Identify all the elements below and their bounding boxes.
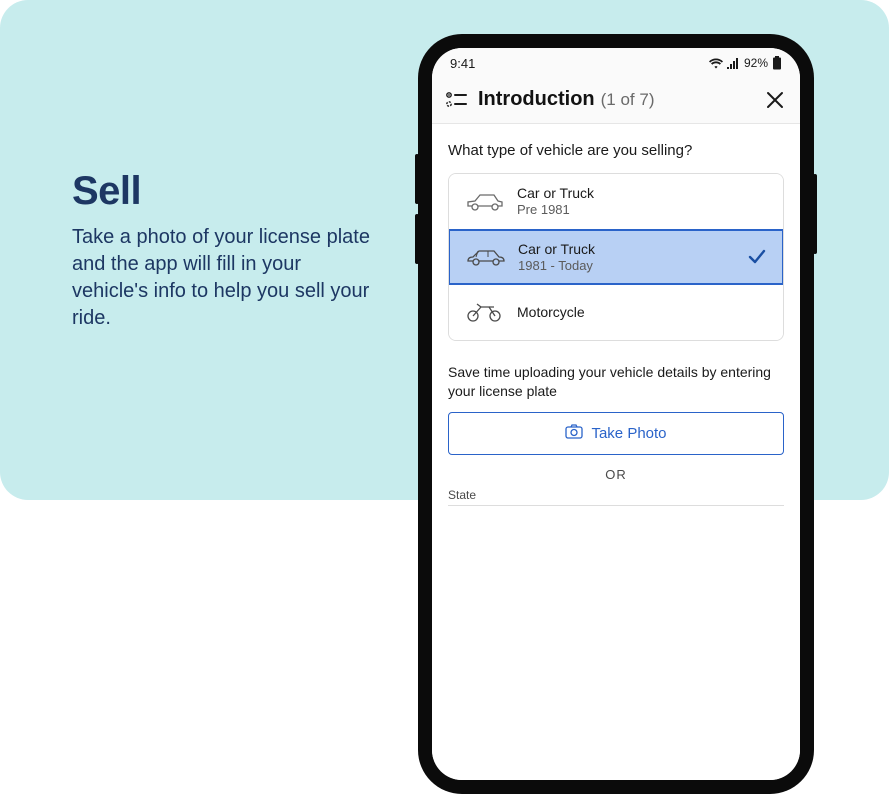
- vehicle-type-group: Car or Truck Pre 1981 Car or Truck 1981 …: [448, 173, 784, 341]
- state-select[interactable]: [448, 505, 784, 506]
- status-right: 92%: [709, 56, 782, 70]
- phone-side-button: [813, 174, 817, 254]
- take-photo-button[interactable]: Take Photo: [448, 412, 784, 455]
- vehicle-option-pre1981[interactable]: Car or Truck Pre 1981: [449, 174, 783, 230]
- car-modern-icon: [464, 245, 510, 269]
- vehicle-option-title: Car or Truck: [517, 185, 594, 202]
- car-classic-icon: [463, 190, 509, 214]
- vehicle-option-title: Car or Truck: [518, 241, 595, 258]
- or-separator: OR: [448, 467, 784, 482]
- close-icon[interactable]: [766, 91, 784, 109]
- phone-screen: 9:41 92%: [432, 48, 800, 780]
- steps-icon[interactable]: [446, 91, 468, 109]
- vehicle-option-sub: Pre 1981: [517, 202, 594, 218]
- vehicle-option-motorcycle[interactable]: Motorcycle: [449, 284, 783, 340]
- battery-percent: 92%: [744, 56, 768, 70]
- status-bar: 9:41 92%: [432, 48, 800, 78]
- vehicle-type-question: What type of vehicle are you selling?: [448, 142, 784, 159]
- vehicle-option-modern[interactable]: Car or Truck 1981 - Today: [448, 229, 784, 285]
- signal-icon: [727, 58, 740, 69]
- promo-card: Sell Take a photo of your license plate …: [0, 0, 889, 500]
- vehicle-option-sub: 1981 - Today: [518, 258, 595, 274]
- screen-header: Introduction (1 of 7): [432, 78, 800, 124]
- license-plate-tip: Save time uploading your vehicle details…: [448, 363, 784, 399]
- screen-step: (1 of 7): [601, 90, 655, 110]
- check-icon: [746, 246, 768, 268]
- camera-icon: [565, 424, 583, 443]
- motorcycle-icon: [463, 300, 509, 324]
- phone-side-button: [415, 214, 419, 264]
- promo-headline: Sell: [72, 169, 380, 214]
- battery-icon: [772, 56, 782, 70]
- vehicle-option-title: Motorcycle: [517, 304, 585, 321]
- promo-text-column: Sell Take a photo of your license plate …: [0, 169, 390, 332]
- phone-side-button: [415, 154, 419, 204]
- promo-subtext: Take a photo of your license plate and t…: [72, 224, 372, 332]
- phone-mockup: 9:41 92%: [418, 34, 814, 794]
- take-photo-label: Take Photo: [591, 425, 666, 442]
- screen-content: What type of vehicle are you selling? Ca…: [432, 124, 800, 780]
- wifi-icon: [709, 58, 723, 69]
- screen-title: Introduction: [478, 88, 595, 111]
- status-time: 9:41: [450, 56, 475, 71]
- phone-body: 9:41 92%: [418, 34, 814, 794]
